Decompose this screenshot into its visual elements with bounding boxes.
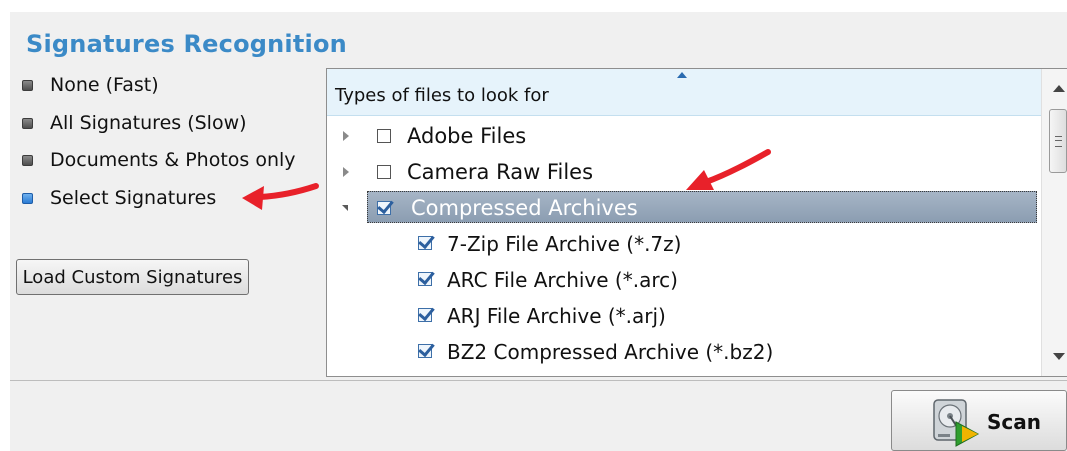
radio-none-fast[interactable]: None (Fast) xyxy=(22,73,159,97)
radio-label: All Signatures (Slow) xyxy=(50,112,247,134)
scroll-up-icon[interactable] xyxy=(1053,85,1065,92)
tree-row-label: BZ2 Compressed Archive (*.bz2) xyxy=(447,340,774,364)
checkbox-icon[interactable] xyxy=(377,201,391,215)
tree-row-arj[interactable]: ARJ File Archive (*.arj) xyxy=(327,298,1042,332)
divider xyxy=(10,380,1067,381)
expander-arrow-icon[interactable] xyxy=(343,131,349,141)
scan-button-label: Scan xyxy=(987,410,1041,434)
tree-row-arc[interactable]: ARC File Archive (*.arc) xyxy=(327,262,1042,296)
load-custom-signatures-button[interactable]: Load Custom Signatures xyxy=(16,259,249,295)
radio-label: Select Signatures xyxy=(50,187,217,209)
file-types-tree[interactable]: Types of files to look for Adobe Files C… xyxy=(326,68,1067,377)
checkbox-icon[interactable] xyxy=(418,344,432,358)
grip-icon xyxy=(1055,136,1062,147)
radio-documents-photos[interactable]: Documents & Photos only xyxy=(22,148,296,172)
tree-row-label: ARJ File Archive (*.arj) xyxy=(447,304,666,328)
sort-arrow-icon xyxy=(677,72,687,78)
tree-row-label: ARC File Archive (*.arc) xyxy=(447,268,678,292)
radio-label: None (Fast) xyxy=(50,74,159,96)
red-annotation-arrow-icon xyxy=(686,149,771,190)
radio-indicator-icon[interactable] xyxy=(22,117,33,129)
expander-arrow-icon[interactable] xyxy=(342,205,348,211)
checkbox-icon[interactable] xyxy=(418,272,432,286)
tree-row-label: 7-Zip File Archive (*.7z) xyxy=(447,232,682,256)
scroll-thumb[interactable] xyxy=(1049,109,1067,173)
checkbox-icon[interactable] xyxy=(418,236,432,250)
radio-all-signatures[interactable]: All Signatures (Slow) xyxy=(22,111,247,135)
checkbox-icon[interactable] xyxy=(418,308,432,322)
tree-row-7zip[interactable]: 7-Zip File Archive (*.7z) xyxy=(327,226,1042,260)
scroll-down-icon[interactable] xyxy=(1053,353,1065,360)
radio-indicator-icon[interactable] xyxy=(22,154,33,166)
checkbox-icon[interactable] xyxy=(377,165,391,179)
expander-arrow-icon[interactable] xyxy=(343,167,349,177)
radio-label: Documents & Photos only xyxy=(50,149,296,171)
radio-select-signatures[interactable]: Select Signatures xyxy=(22,186,216,210)
tree-row-label: Camera Raw Files xyxy=(407,160,594,184)
section-title: Signatures Recognition xyxy=(26,30,347,58)
radio-indicator-icon[interactable] xyxy=(22,79,33,91)
vertical-scrollbar[interactable] xyxy=(1041,69,1067,376)
tree-header-label: Types of files to look for xyxy=(335,85,549,106)
radio-indicator-icon[interactable] xyxy=(22,192,33,204)
tree-row-label: Adobe Files xyxy=(407,124,527,148)
red-annotation-arrow-icon xyxy=(242,183,319,210)
hard-drive-scan-icon xyxy=(933,399,980,447)
tree-row-label: Compressed Archives xyxy=(411,196,638,220)
scan-button[interactable]: Scan xyxy=(891,390,1067,451)
tree-column-header[interactable]: Types of files to look for xyxy=(327,69,1042,116)
checkbox-icon[interactable] xyxy=(377,129,391,143)
signatures-panel: Signatures Recognition None (Fast) All S… xyxy=(10,12,1067,451)
tree-row-bz2[interactable]: BZ2 Compressed Archive (*.bz2) xyxy=(327,334,1042,368)
